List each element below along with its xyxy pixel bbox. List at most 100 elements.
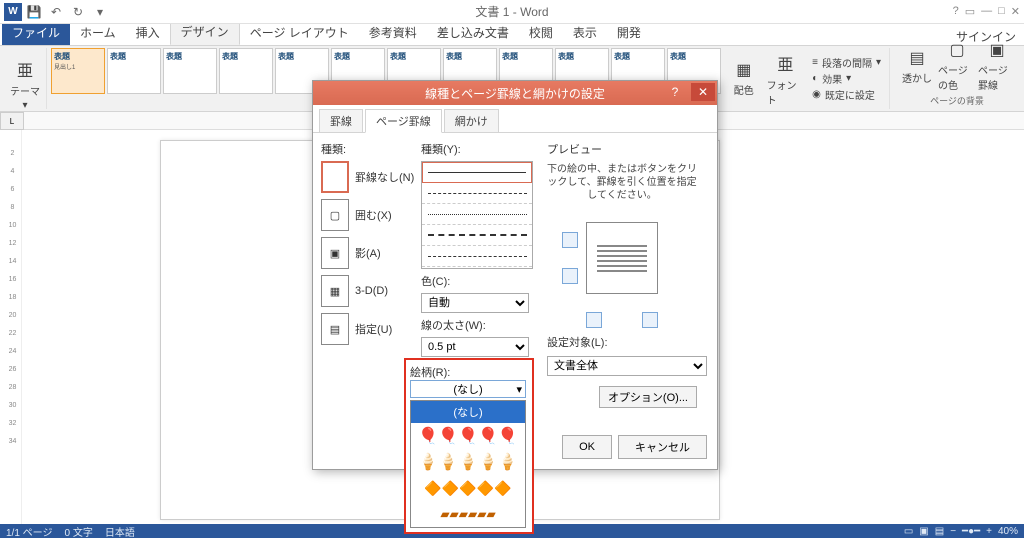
apply-to-label: 設定対象(L): — [547, 334, 697, 350]
preview-column: プレビュー 下の絵の中、またはボタンをクリックして、罫線を引く位置を指定してくだ… — [547, 141, 697, 421]
themes-icon: 亜 — [17, 57, 33, 81]
style-set-item[interactable]: 表題見出し1 — [51, 48, 105, 94]
art-option-pattern[interactable]: 🎈🎈🎈🎈🎈 — [411, 423, 525, 449]
setting-box-icon: ▢ — [321, 199, 349, 231]
save-icon[interactable]: 💾 — [24, 2, 44, 22]
setting-3d[interactable]: ▦3-D(D) — [321, 275, 415, 307]
ribbon-tabs: ファイル ホーム 挿入 デザイン ページ レイアウト 参考資料 差し込み文書 校… — [0, 24, 1024, 46]
art-pattern-section-highlight: 絵柄(R): (なし)▾ (なし) 🎈🎈🎈🎈🎈 🍦🍦🍦🍦🍦 🔶🔶🔶🔶🔶 ▰▰▰▰… — [404, 358, 534, 534]
preview-frame — [562, 212, 682, 302]
vertical-ruler: 246810121416182022242628303234 — [4, 130, 22, 524]
maximize-icon[interactable]: □ — [998, 5, 1005, 18]
setting-custom-icon: ▤ — [321, 313, 349, 345]
preview-top-border-toggle[interactable] — [562, 232, 578, 248]
quick-access-toolbar: W 💾 ↶ ↻ ▾ — [0, 2, 110, 22]
line-style-item[interactable] — [422, 183, 532, 204]
apply-to-select[interactable]: 文書全体 — [547, 356, 707, 376]
chevron-down-icon: ▾ — [22, 100, 27, 111]
art-dropdown-list[interactable]: (なし) 🎈🎈🎈🎈🎈 🍦🍦🍦🍦🍦 🔶🔶🔶🔶🔶 ▰▰▰▰▰▰ — [410, 400, 526, 528]
setting-none[interactable]: 罫線なし(N) — [321, 161, 415, 193]
line-style-list[interactable] — [421, 161, 533, 269]
art-label: 絵柄(R): — [410, 364, 528, 380]
themes-button[interactable]: 亜 テーマ ▾ — [8, 61, 42, 107]
style-label: 種類(Y): — [421, 141, 541, 157]
zoom-in-icon[interactable]: + — [986, 526, 992, 537]
view-print-layout-icon[interactable]: ▭ — [904, 526, 913, 537]
set-default-icon: ◉ — [812, 89, 821, 100]
width-label: 線の太さ(W): — [421, 317, 541, 333]
setting-list: 罫線なし(N) ▢囲む(X) ▣影(A) ▦3-D(D) ▤指定(U) — [321, 161, 415, 345]
art-combo[interactable]: (なし)▾ — [410, 380, 526, 398]
setting-custom[interactable]: ▤指定(U) — [321, 313, 415, 345]
setting-column: 種類: 罫線なし(N) ▢囲む(X) ▣影(A) ▦3-D(D) ▤指定(U) — [321, 141, 415, 421]
set-default-button[interactable]: ◉既定に設定 — [812, 87, 881, 102]
fonts-icon: 亜 — [777, 51, 793, 75]
preview-page[interactable] — [586, 222, 658, 294]
themes-group: 亜 テーマ ▾ — [4, 48, 47, 109]
preview-hint: 下の絵の中、またはボタンをクリックして、罫線を引く位置を指定してください。 — [547, 163, 697, 202]
dialog-title: 線種とページ罫線と網かけの設定 — [425, 85, 605, 102]
view-web-layout-icon[interactable]: ▤ — [935, 526, 944, 537]
status-language[interactable]: 日本語 — [105, 524, 135, 539]
colors-button[interactable]: ▦ 配色 — [725, 48, 763, 109]
art-option-pattern[interactable]: 🍦🍦🍦🍦🍦 — [411, 449, 525, 475]
page-borders-button[interactable]: ▣ページ罫線 — [978, 40, 1016, 92]
dialog-tab-shading[interactable]: 網かけ — [444, 109, 499, 132]
dialog-close-icon[interactable]: ✕ — [691, 83, 715, 101]
dialog-title-bar: 線種とページ罫線と網かけの設定 ? ✕ — [313, 81, 717, 105]
window-title: 文書 1 - Word — [475, 3, 548, 20]
effects-button[interactable]: ◐効果 ▾ — [812, 71, 881, 86]
page-color-button[interactable]: ▢ページの色 — [938, 40, 976, 92]
zoom-slider[interactable]: ━●━ — [962, 526, 980, 537]
width-select[interactable]: 0.5 pt — [421, 337, 529, 357]
line-style-item[interactable] — [422, 246, 532, 267]
preview-left-border-toggle[interactable] — [586, 312, 602, 328]
setting-box[interactable]: ▢囲む(X) — [321, 199, 415, 231]
zoom-level[interactable]: 40% — [998, 526, 1018, 537]
color-label: 色(C): — [421, 273, 541, 289]
ok-button[interactable]: OK — [562, 435, 612, 459]
art-option-pattern[interactable]: 🔶🔶🔶🔶🔶 — [411, 475, 525, 501]
dialog-help-icon[interactable]: ? — [663, 83, 687, 101]
undo-icon[interactable]: ↶ — [46, 2, 66, 22]
art-option-none[interactable]: (なし) — [411, 401, 525, 423]
view-read-mode-icon[interactable]: ▣ — [919, 526, 928, 537]
fonts-button[interactable]: 亜 フォント — [767, 48, 805, 109]
preview-bottom-border-toggle[interactable] — [562, 268, 578, 284]
setting-none-icon — [321, 161, 349, 193]
setting-shadow-icon: ▣ — [321, 237, 349, 269]
paragraph-spacing-button[interactable]: ≡段落の間隔 ▾ — [812, 55, 881, 70]
qat-customize-icon[interactable]: ▾ — [90, 2, 110, 22]
chevron-down-icon: ▾ — [516, 383, 522, 396]
line-style-item[interactable] — [422, 225, 532, 246]
help-icon[interactable]: ? — [953, 5, 959, 18]
style-set-item[interactable]: 表題 — [219, 48, 273, 94]
dialog-tabs: 罫線 ページ罫線 網かけ — [313, 105, 717, 133]
tab-selector[interactable]: L — [0, 112, 24, 130]
minimize-icon[interactable]: — — [981, 5, 992, 18]
ribbon-display-icon[interactable]: ▭ — [965, 5, 975, 18]
dialog-tab-page-border[interactable]: ページ罫線 — [365, 109, 442, 133]
zoom-out-icon[interactable]: − — [950, 526, 956, 537]
setting-shadow[interactable]: ▣影(A) — [321, 237, 415, 269]
status-word-count[interactable]: 0 文字 — [64, 524, 92, 539]
redo-icon[interactable]: ↻ — [68, 2, 88, 22]
style-set-item[interactable]: 表題 — [107, 48, 161, 94]
options-button[interactable]: オプション(O)... — [599, 386, 697, 408]
art-option-pattern[interactable]: ▰▰▰▰▰▰ — [411, 501, 525, 527]
page-color-icon: ▢ — [949, 40, 964, 60]
preview-right-border-toggle[interactable] — [642, 312, 658, 328]
title-bar: W 💾 ↶ ↻ ▾ 文書 1 - Word ? ▭ — □ ✕ — [0, 0, 1024, 24]
status-page-count[interactable]: 1/1 ページ — [6, 524, 52, 539]
style-set-item[interactable]: 表題 — [163, 48, 217, 94]
cancel-button[interactable]: キャンセル — [618, 435, 707, 459]
color-select[interactable]: 自動 — [421, 293, 529, 313]
line-style-item[interactable] — [422, 162, 532, 183]
setting-label: 種類: — [321, 141, 415, 157]
line-style-item[interactable] — [422, 204, 532, 225]
dialog-tab-borders[interactable]: 罫線 — [319, 109, 363, 132]
watermark-button[interactable]: ▤透かし — [898, 40, 936, 92]
paragraph-spacing-icon: ≡ — [812, 57, 818, 68]
effects-icon: ◐ — [812, 73, 818, 84]
close-icon[interactable]: ✕ — [1011, 5, 1020, 18]
